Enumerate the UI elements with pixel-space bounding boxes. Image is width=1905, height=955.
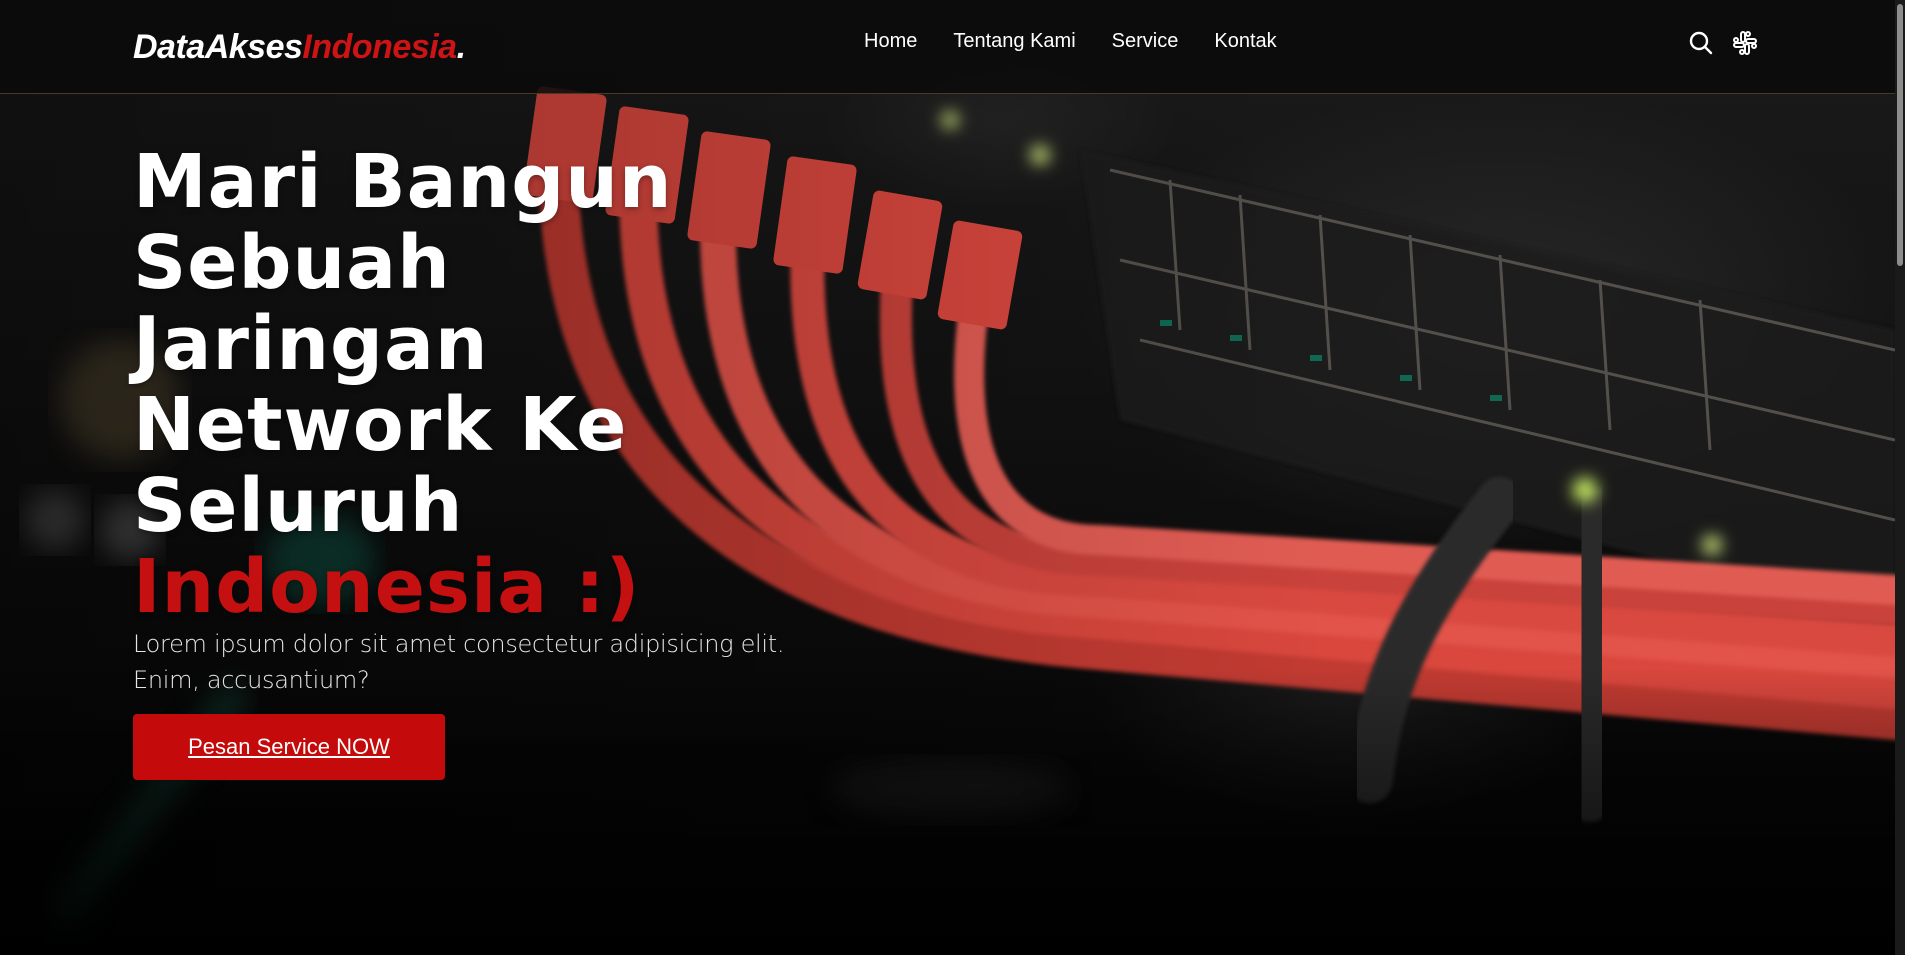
order-service-button[interactable]: Pesan Service NOW — [133, 714, 445, 780]
scrollbar-thumb[interactable] — [1897, 4, 1903, 266]
hero-subtitle: Lorem ipsum dolor sit amet consectetur a… — [133, 630, 785, 694]
search-icon[interactable] — [1688, 30, 1714, 56]
logo-text-part1: DataAkses — [133, 28, 303, 66]
hero-title: Mari Bangun Sebuah Jaringan Network Ke S… — [133, 142, 833, 628]
page-scrollbar[interactable] — [1895, 0, 1905, 955]
logo-text-part2: Indonesia — [302, 28, 457, 66]
nav-link-tentang-kami[interactable]: Tentang Kami — [953, 30, 1075, 53]
hero-title-line-2: Sebuah — [133, 220, 451, 306]
hero-title-line-5: Seluruh — [133, 463, 464, 549]
hero-title-line-3: Jaringan — [133, 301, 489, 387]
hero-title-accent: Indonesia :) — [133, 544, 641, 630]
nav-icon-group — [1688, 30, 1758, 56]
hero-title-line-1: Mari Bangun — [133, 139, 673, 225]
navbar: DataAksesIndonesia. Home Tentang Kami Se… — [0, 0, 1895, 94]
slack-icon[interactable] — [1732, 30, 1758, 56]
nav-link-home[interactable]: Home — [864, 30, 917, 53]
nav-menu: Home Tentang Kami Service Kontak — [864, 30, 1277, 53]
nav-link-service[interactable]: Service — [1112, 30, 1179, 53]
site-logo[interactable]: DataAksesIndonesia. — [133, 28, 466, 67]
nav-link-kontak[interactable]: Kontak — [1214, 30, 1276, 53]
hero-title-line-4: Network Ke — [133, 382, 628, 468]
logo-text-part3: . — [456, 28, 466, 66]
